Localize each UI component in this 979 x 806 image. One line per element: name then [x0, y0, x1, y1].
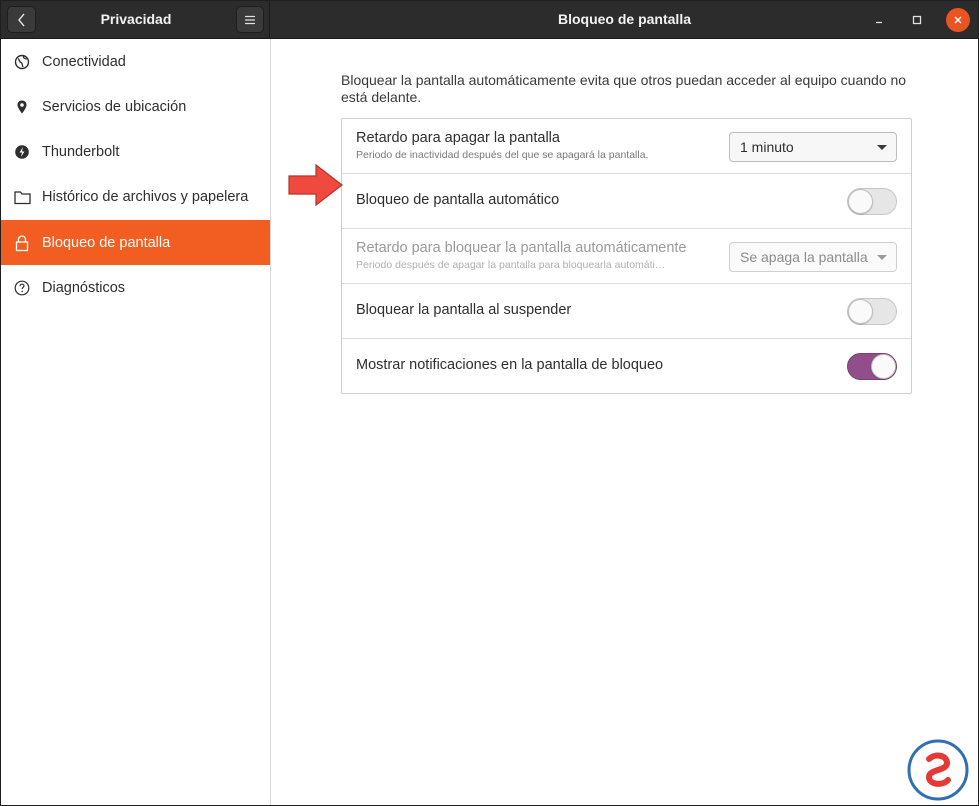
row-title: Bloquear la pantalla al suspender: [356, 302, 572, 318]
question-circle-icon: [13, 279, 31, 297]
sidebar-item-conectividad[interactable]: Conectividad: [1, 39, 270, 84]
description-text: Bloquear la pantalla automáticamente evi…: [341, 72, 907, 105]
sidebar-title: Privacidad: [100, 11, 172, 27]
close-icon: [954, 16, 962, 24]
main-content: Bloquear la pantalla automáticamente evi…: [272, 39, 978, 805]
back-button[interactable]: [7, 6, 36, 33]
screen-off-delay-dropdown[interactable]: 1 minuto: [729, 132, 897, 162]
row-title: Mostrar notificaciones en la pantalla de…: [356, 357, 664, 373]
row-screen-off-delay: Retardo para apagar la pantalla Periodo …: [342, 119, 911, 174]
minimize-button[interactable]: [867, 8, 891, 32]
hamburger-menu-icon: [245, 15, 255, 24]
chevron-down-icon: [877, 145, 887, 150]
sidebar-item-diagnosticos[interactable]: Diagnósticos: [1, 265, 270, 310]
row-subtitle: Periodo después de apagar la pantalla pa…: [356, 259, 666, 271]
sidebar: Conectividad Servicios de ubicación Thun…: [1, 39, 271, 805]
sidebar-header: Privacidad: [1, 1, 270, 39]
menu-button[interactable]: [236, 6, 264, 33]
location-pin-icon: [13, 98, 31, 116]
row-lock-on-suspend: Bloquear la pantalla al suspender: [342, 284, 911, 339]
sidebar-item-label: Conectividad: [42, 53, 126, 70]
sidebar-item-label: Servicios de ubicación: [42, 98, 187, 115]
toggle-knob: [848, 189, 873, 214]
minimize-icon: [876, 21, 882, 24]
row-auto-lock: Bloqueo de pantalla automático: [342, 174, 911, 229]
toggle-knob: [871, 354, 896, 379]
auto-lock-delay-dropdown[interactable]: Se apaga la pantalla: [729, 242, 897, 272]
title-bar: Privacidad Bloqueo de pantalla: [1, 1, 978, 39]
dropdown-value: 1 minuto: [740, 139, 794, 155]
sidebar-item-label: Bloqueo de pantalla: [42, 234, 171, 251]
toggle-knob: [848, 299, 873, 324]
row-title: Bloqueo de pantalla automático: [356, 192, 560, 208]
close-button[interactable]: [946, 8, 970, 32]
chevron-down-icon: [877, 255, 887, 260]
solvetic-logo-icon: [907, 739, 969, 801]
chevron-left-icon: [17, 13, 25, 26]
dropdown-value: Se apaga la pantalla: [740, 249, 868, 265]
thunderbolt-icon: [13, 143, 31, 161]
row-auto-lock-delay: Retardo para bloquear la pantalla automá…: [342, 229, 911, 284]
sidebar-item-label: Thunderbolt: [42, 143, 120, 160]
maximize-button[interactable]: [905, 8, 929, 32]
sidebar-item-label: Diagnósticos: [42, 279, 126, 296]
row-subtitle: Periodo de inactividad después del que s…: [356, 149, 649, 161]
row-lock-notifications: Mostrar notificaciones en la pantalla de…: [342, 339, 911, 394]
settings-list: Retardo para apagar la pantalla Periodo …: [341, 118, 912, 394]
sidebar-item-ubicacion[interactable]: Servicios de ubicación: [1, 84, 270, 129]
lock-icon: [13, 234, 31, 252]
globe-icon: [13, 53, 31, 71]
sidebar-item-historico[interactable]: Histórico de archivos y papelera: [1, 174, 270, 219]
settings-window: Privacidad Bloqueo de pantalla Conectivi…: [0, 0, 979, 806]
red-arrow-icon: [288, 163, 343, 207]
sidebar-item-bloqueo[interactable]: Bloqueo de pantalla: [1, 220, 270, 265]
row-title: Retardo para bloquear la pantalla automá…: [356, 240, 687, 256]
auto-lock-toggle[interactable]: [847, 188, 897, 215]
row-title: Retardo para apagar la pantalla: [356, 130, 560, 146]
lock-notifications-toggle[interactable]: [847, 353, 897, 380]
sidebar-item-thunderbolt[interactable]: Thunderbolt: [1, 129, 270, 174]
maximize-icon: [912, 15, 922, 25]
folder-icon: [13, 188, 31, 206]
lock-on-suspend-toggle[interactable]: [847, 298, 897, 325]
sidebar-item-label: Histórico de archivos y papelera: [42, 188, 249, 205]
